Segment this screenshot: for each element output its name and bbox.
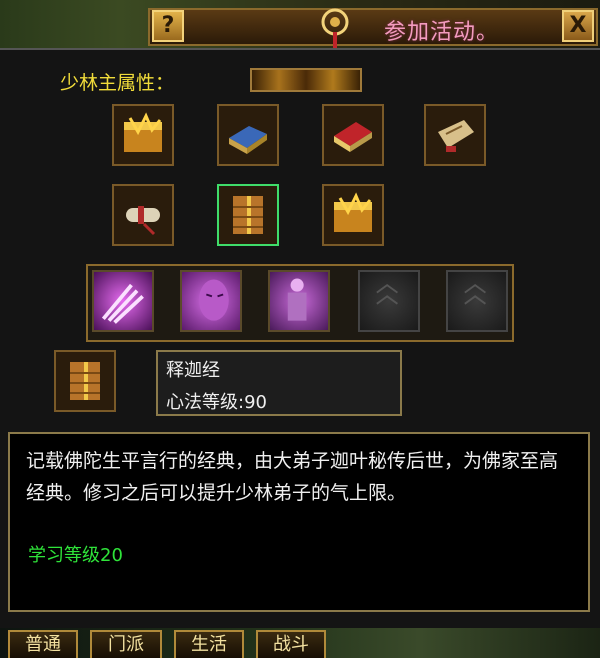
golden-book-icon (334, 192, 372, 232)
meditating-face-icon (198, 279, 229, 321)
sutra-bundle-icon (70, 362, 100, 400)
red-book-icon (334, 122, 372, 152)
skill-slot-1[interactable] (92, 270, 154, 332)
book-slot-7[interactable] (322, 184, 384, 246)
book-slot-3[interactable] (322, 104, 384, 166)
skill-slot-2[interactable] (180, 270, 242, 332)
tab-combat[interactable]: 战斗 (256, 630, 326, 658)
skill-slot-3[interactable] (268, 270, 330, 332)
map-scroll-icon (438, 120, 474, 152)
tab-sect[interactable]: 门派 (90, 630, 162, 658)
book-slot-6[interactable] (217, 184, 279, 246)
empty-slot-icon (464, 283, 486, 305)
attribute-label: 少林主属性： (60, 72, 175, 94)
golden-book-icon (124, 112, 162, 152)
window-title: 参加活动。 (384, 20, 500, 45)
book-slot-4[interactable] (424, 104, 486, 166)
tab-normal[interactable]: 普通 (8, 630, 78, 658)
ornament-icon (321, 8, 349, 48)
book-slot-5[interactable] (112, 184, 174, 246)
sutra-bundle-icon (233, 196, 263, 234)
book-slot-1[interactable] (112, 104, 174, 166)
selected-item-icon-slot (54, 350, 116, 412)
help-button[interactable]: ? (152, 10, 184, 42)
empty-slot-icon (376, 283, 398, 305)
skill-slot-5[interactable] (446, 270, 508, 332)
close-button[interactable]: X (562, 10, 594, 42)
skill-slot-4[interactable] (358, 270, 420, 332)
standing-monk-icon (287, 278, 307, 321)
item-name: 释迦经 (166, 360, 220, 381)
attribute-bar (250, 68, 362, 92)
tab-life[interactable]: 生活 (174, 630, 244, 658)
item-level: 心法等级:90 (166, 392, 267, 413)
blue-book-icon (229, 126, 267, 154)
description-text: 记载佛陀生平言行的经典，由大弟子迦叶秘传后世，为佛家至高经典。修习之后可以提升少… (26, 450, 559, 504)
window-titlebar (148, 8, 598, 46)
rolled-scroll-icon (126, 206, 160, 236)
book-slot-2[interactable] (217, 104, 279, 166)
requirement-text: 学习等级20 (28, 545, 123, 566)
clawed-hand-icon (101, 283, 144, 324)
